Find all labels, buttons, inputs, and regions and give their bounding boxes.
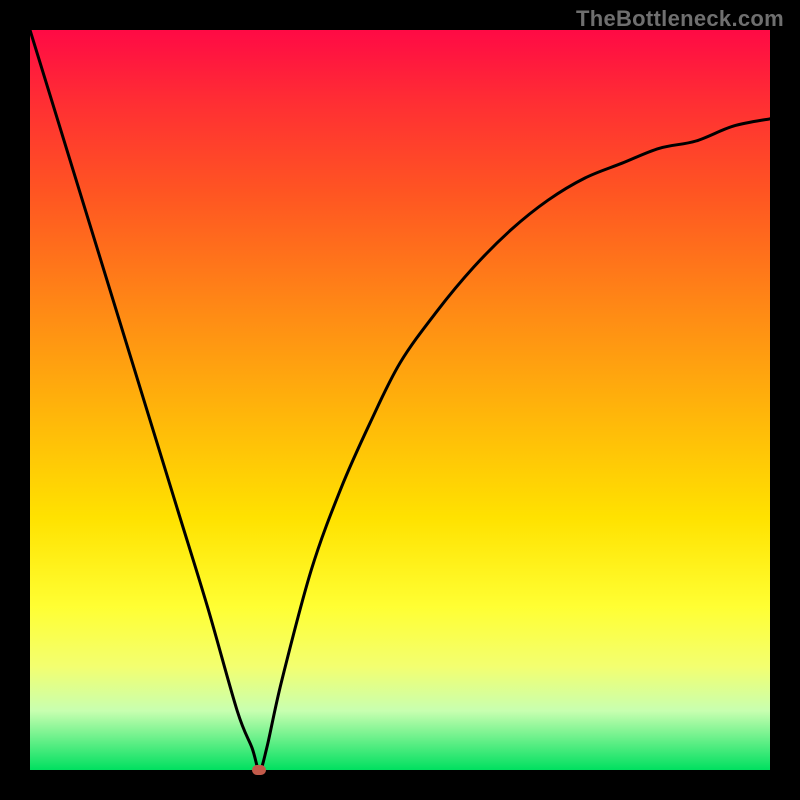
- chart-frame: TheBottleneck.com: [0, 0, 800, 800]
- watermark-text: TheBottleneck.com: [576, 6, 784, 32]
- curve-svg: [30, 30, 770, 770]
- minimum-marker: [252, 765, 266, 775]
- plot-area: [30, 30, 770, 770]
- bottleneck-curve: [30, 30, 770, 770]
